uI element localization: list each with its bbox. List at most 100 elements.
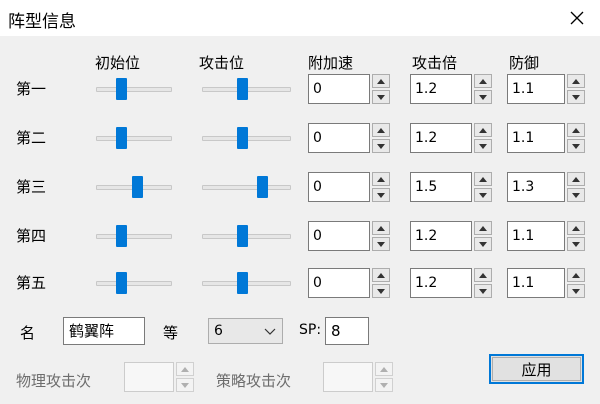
row-2-initial-position-slider-thumb[interactable] [116, 127, 127, 149]
name-input[interactable]: 鹤翼阵 [63, 317, 145, 345]
row-5-extra-speed-input[interactable]: 0 [308, 268, 370, 298]
row-3-extra-speed-down-button[interactable] [372, 188, 390, 202]
row-2-attack-multiplier-spin[interactable]: 1.2 [410, 123, 492, 153]
row-4-extra-speed-spin[interactable]: 0 [308, 221, 390, 251]
row-2-extra-speed-spin[interactable]: 0 [308, 123, 390, 153]
apply-button[interactable]: 应用 [489, 354, 584, 384]
row-1-defense-up-button[interactable] [567, 74, 585, 88]
row-2-extra-speed-down-button[interactable] [372, 139, 390, 153]
row-4-extra-speed-down-button[interactable] [372, 237, 390, 251]
row-3-extra-speed-input[interactable]: 0 [308, 172, 370, 202]
row-4-initial-position-slider[interactable] [96, 225, 172, 247]
close-button[interactable] [554, 0, 600, 36]
strategy-attack-down-button[interactable] [375, 378, 393, 392]
row-2-attack-position-slider-thumb[interactable] [237, 127, 248, 149]
row-5-attack-position-slider-thumb[interactable] [237, 272, 248, 294]
level-select[interactable]: 6 [208, 318, 283, 344]
row-3-attack-position-slider-thumb[interactable] [257, 176, 268, 198]
row-5-initial-position-slider-thumb[interactable] [116, 272, 127, 294]
row-5-extra-speed-down-button[interactable] [372, 284, 390, 298]
row-3-extra-speed-up-button[interactable] [372, 172, 390, 186]
row-5-extra-speed-spin[interactable]: 0 [308, 268, 390, 298]
row-4-attack-multiplier-down-button[interactable] [474, 237, 492, 251]
row-3-initial-position-slider-thumb[interactable] [132, 176, 143, 198]
physical-attack-down-button[interactable] [176, 378, 194, 392]
row-1-defense-down-button[interactable] [567, 90, 585, 104]
row-3-extra-speed-spin[interactable]: 0 [308, 172, 390, 202]
row-3-attack-multiplier-down-button[interactable] [474, 188, 492, 202]
row-4-defense-input[interactable]: 1.1 [507, 221, 565, 251]
row-2-defense-spin[interactable]: 1.1 [507, 123, 585, 153]
row-2-attack-multiplier-down-button[interactable] [474, 139, 492, 153]
row-2-defense-up-button[interactable] [567, 123, 585, 137]
row-2-attack-multiplier-up-button[interactable] [474, 123, 492, 137]
row-5-attack-multiplier-spin[interactable]: 1.2 [410, 268, 492, 298]
row-4-extra-speed-up-button[interactable] [372, 221, 390, 235]
row-4-attack-multiplier-input[interactable]: 1.2 [410, 221, 472, 251]
row-3-attack-multiplier-spin[interactable]: 1.5 [410, 172, 492, 202]
row-4-initial-position-slider-thumb[interactable] [116, 225, 127, 247]
row-2-defense-input[interactable]: 1.1 [507, 123, 565, 153]
row-5-defense-input[interactable]: 1.1 [507, 268, 565, 298]
physical-attack-input[interactable] [124, 362, 174, 392]
row-3-attack-multiplier-input[interactable]: 1.5 [410, 172, 472, 202]
row-4-attack-multiplier-spin[interactable]: 1.2 [410, 221, 492, 251]
strategy-attack-up-button[interactable] [375, 362, 393, 376]
row-1-extra-speed-spin[interactable]: 0 [308, 74, 390, 104]
row-1-defense-input[interactable]: 1.1 [507, 74, 565, 104]
row-4-attack-position-slider-thumb[interactable] [237, 225, 248, 247]
row-3-attack-position-slider[interactable] [202, 176, 291, 198]
sp-label: SP: [299, 322, 322, 338]
chevron-up-icon [377, 176, 385, 182]
row-4-defense-up-button[interactable] [567, 221, 585, 235]
row-1-attack-multiplier-input[interactable]: 1.2 [410, 74, 472, 104]
row-4-attack-position-slider[interactable] [202, 225, 291, 247]
row-4-defense-down-button[interactable] [567, 237, 585, 251]
row-5-attack-multiplier-input[interactable]: 1.2 [410, 268, 472, 298]
row-3-defense-input[interactable]: 1.3 [507, 172, 565, 202]
row-1-defense-spin[interactable]: 1.1 [507, 74, 585, 104]
row-3-defense-up-button[interactable] [567, 172, 585, 186]
row-1-attack-multiplier-up-button[interactable] [474, 74, 492, 88]
row-4-defense-spin[interactable]: 1.1 [507, 221, 585, 251]
row-3-defense-down-button[interactable] [567, 188, 585, 202]
row-1-extra-speed-down-button[interactable] [372, 90, 390, 104]
row-1-initial-position-slider-thumb[interactable] [116, 78, 127, 100]
row-2-attack-multiplier-input[interactable]: 1.2 [410, 123, 472, 153]
row-5-label: 第五 [16, 274, 47, 292]
physical-attack-spin[interactable] [124, 362, 194, 392]
row-4-attack-multiplier-up-button[interactable] [474, 221, 492, 235]
row-5-defense-down-button[interactable] [567, 284, 585, 298]
row-1-attack-position-slider[interactable] [202, 78, 291, 100]
row-1-attack-multiplier-spin[interactable]: 1.2 [410, 74, 492, 104]
row-2-extra-speed-up-button[interactable] [372, 123, 390, 137]
strategy-attack-spin[interactable] [323, 362, 393, 392]
row-2-extra-speed-input[interactable]: 0 [308, 123, 370, 153]
sp-input[interactable]: 8 [325, 317, 369, 345]
chevron-up-icon [479, 272, 487, 278]
chevron-down-icon [377, 192, 385, 198]
row-1-initial-position-slider[interactable] [96, 78, 172, 100]
row-5-extra-speed-up-button[interactable] [372, 268, 390, 282]
row-5-defense-spin[interactable]: 1.1 [507, 268, 585, 298]
chevron-down-icon [377, 241, 385, 247]
row-2-initial-position-slider[interactable] [96, 127, 172, 149]
row-3-initial-position-slider[interactable] [96, 176, 172, 198]
row-1-attack-multiplier-down-button[interactable] [474, 90, 492, 104]
row-1-attack-position-slider-thumb[interactable] [237, 78, 248, 100]
row-2-defense-down-button[interactable] [567, 139, 585, 153]
row-5-defense-up-button[interactable] [567, 268, 585, 282]
row-4-extra-speed-input[interactable]: 0 [308, 221, 370, 251]
row-5-initial-position-slider[interactable] [96, 272, 172, 294]
row-3-defense-spin[interactable]: 1.3 [507, 172, 585, 202]
row-1-extra-speed-input[interactable]: 0 [308, 74, 370, 104]
physical-attack-up-button[interactable] [176, 362, 194, 376]
row-2-attack-position-slider[interactable] [202, 127, 291, 149]
row-1-extra-speed-up-button[interactable] [372, 74, 390, 88]
strategy-attack-input[interactable] [323, 362, 373, 392]
row-5-attack-position-slider[interactable] [202, 272, 291, 294]
row-5-attack-multiplier-up-button[interactable] [474, 268, 492, 282]
row-3-attack-multiplier-up-button[interactable] [474, 172, 492, 186]
chevron-down-icon [377, 94, 385, 100]
row-5-attack-multiplier-down-button[interactable] [474, 284, 492, 298]
